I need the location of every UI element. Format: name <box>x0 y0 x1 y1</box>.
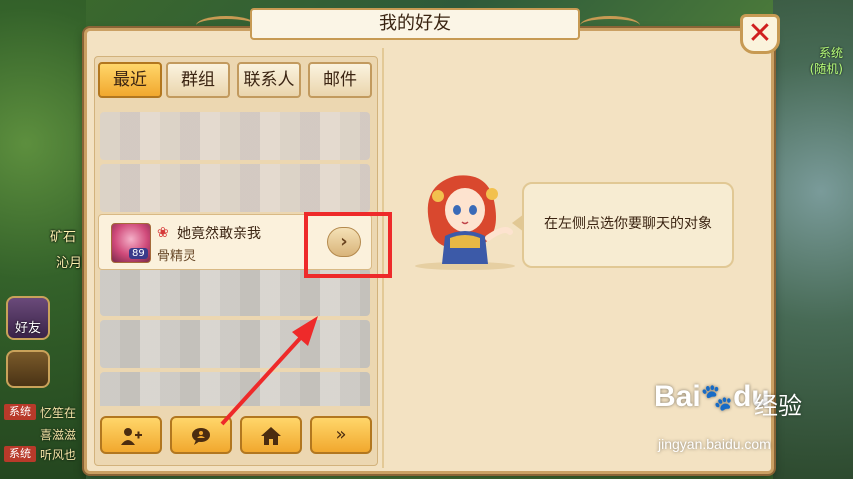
watermark-url: jingyan.baidu.com <box>658 436 771 452</box>
system-message: 听风也 <box>40 448 77 462</box>
tab-contacts[interactable]: 联系人 <box>237 62 301 98</box>
friend-status: 骨精灵 <box>157 249 197 264</box>
list-item[interactable] <box>100 320 370 368</box>
system-tag: 系统 <box>4 404 36 420</box>
list-item[interactable] <box>100 164 370 212</box>
chat-button[interactable] <box>170 416 232 454</box>
friends-hud-button[interactable]: 好友 <box>6 296 50 340</box>
chat-prompt: 在左侧点选你要聊天的对象 <box>522 182 734 268</box>
watermark-cn: 经验 <box>754 392 802 420</box>
watermark-logo: Bai🐾du <box>654 380 770 413</box>
add-friend-button[interactable] <box>100 416 162 454</box>
baidu-watermark: Bai🐾du 经验 jingyan.baidu.com <box>654 380 853 470</box>
highlight-box <box>304 212 392 278</box>
system-message: 忆笙在 <box>40 406 77 420</box>
window-title: 我的好友 <box>250 8 580 40</box>
tab-mail[interactable]: 邮件 <box>308 62 372 98</box>
friends-hud-label: 好友 <box>14 321 41 336</box>
female-icon: ❀ <box>157 225 169 241</box>
home-button[interactable] <box>240 416 302 454</box>
close-button[interactable]: ✕ <box>740 14 780 54</box>
chat-hud-button[interactable] <box>6 350 50 388</box>
close-icon: ✕ <box>747 16 773 51</box>
more-button[interactable]: » <box>310 416 372 454</box>
home-icon <box>261 427 281 445</box>
friend-name: 她竟然敢亲我 <box>177 226 261 242</box>
list-item[interactable] <box>100 372 370 406</box>
add-friend-icon <box>121 428 142 445</box>
right-hud-text: 系统 <box>818 46 843 60</box>
forward-icon: » <box>335 424 347 445</box>
right-hud-text-2: (随机) <box>809 62 843 76</box>
tab-recent[interactable]: 最近 <box>98 62 162 98</box>
system-message: 喜滋滋 <box>40 428 77 442</box>
title-ornament <box>196 16 256 35</box>
location-text: 矿石 <box>50 230 77 245</box>
location-text-2: 沁月 <box>56 256 83 271</box>
character-illustration <box>415 175 515 270</box>
title-ornament <box>580 16 640 35</box>
tab-groups[interactable]: 群组 <box>166 62 230 98</box>
system-tag: 系统 <box>4 446 36 462</box>
level-badge: 89 <box>129 248 148 259</box>
left-hud: 矿石 沁月 好友 系统 忆笙在 喜滋滋 系统 听风也 <box>0 0 86 479</box>
list-item[interactable] <box>100 112 370 160</box>
chat-bubble-icon <box>192 428 210 445</box>
